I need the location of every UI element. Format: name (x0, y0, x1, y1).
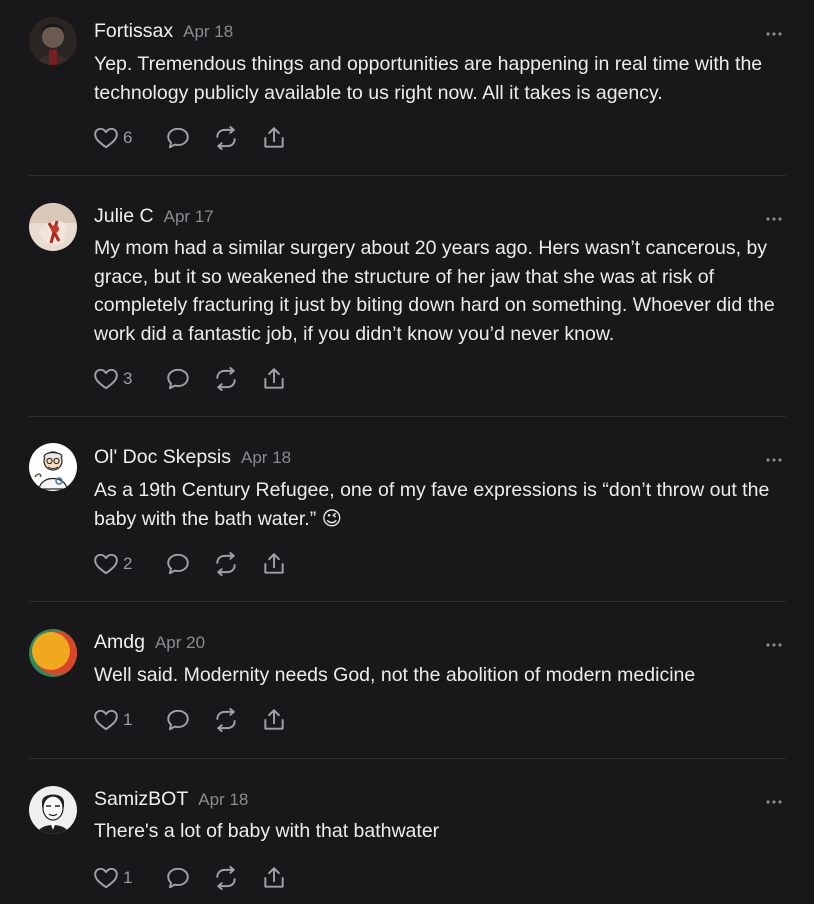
like-button[interactable]: 1 (93, 706, 143, 734)
comment-actions: 1 (93, 706, 309, 734)
like-button[interactable]: 3 (93, 365, 143, 393)
comment-actions: 3 (93, 365, 309, 393)
heart-icon (93, 865, 119, 891)
share-icon (261, 125, 287, 151)
share-button[interactable] (261, 365, 287, 393)
more-options-button[interactable] (764, 26, 784, 36)
speech-bubble-icon (165, 551, 191, 577)
speech-bubble-icon (165, 366, 191, 392)
author-label[interactable]: Amdg (94, 631, 145, 653)
ellipsis-icon (764, 214, 784, 224)
author-name[interactable]: Amdg Apr 20 (94, 631, 205, 654)
restack-button[interactable] (213, 124, 239, 152)
comment-text: Well said. Modernity needs God, not the … (94, 664, 696, 686)
restack-icon (213, 551, 239, 577)
author-name[interactable]: SamizBOT Apr 18 (94, 788, 248, 811)
more-options-button[interactable] (764, 452, 784, 462)
author-label[interactable]: Julie C (94, 205, 154, 227)
restack-icon (213, 865, 239, 891)
like-count: 2 (123, 554, 133, 573)
restack-icon (213, 707, 239, 733)
comment-date[interactable]: Apr 20 (155, 633, 205, 652)
share-icon (261, 551, 287, 577)
reply-button[interactable] (165, 706, 191, 734)
comment-text: There's a lot of baby with that bathwate… (94, 820, 440, 842)
restack-icon (213, 125, 239, 151)
divider (29, 758, 786, 759)
more-options-button[interactable] (764, 794, 784, 804)
comment-date[interactable]: Apr 18 (183, 22, 233, 41)
divider (29, 416, 786, 417)
like-button[interactable]: 6 (93, 124, 143, 152)
share-button[interactable] (261, 864, 287, 892)
divider (29, 601, 786, 602)
comment-actions: 2 (93, 550, 309, 578)
author-name[interactable]: Julie C Apr 17 (94, 205, 214, 228)
author-name[interactable]: Ol' Doc Skepsis Apr 18 (94, 446, 291, 469)
ellipsis-icon (764, 29, 784, 39)
reply-button[interactable] (165, 864, 191, 892)
comment-actions: 6 (93, 124, 309, 152)
reply-button[interactable] (165, 124, 191, 152)
share-button[interactable] (261, 550, 287, 578)
share-icon (261, 366, 287, 392)
like-count: 1 (123, 868, 133, 887)
like-button[interactable]: 2 (93, 550, 143, 578)
like-count: 1 (123, 710, 133, 729)
ellipsis-icon (764, 640, 784, 650)
heart-icon (93, 707, 119, 733)
like-count: 6 (123, 128, 133, 147)
share-button[interactable] (261, 706, 287, 734)
reply-button[interactable] (165, 365, 191, 393)
heart-icon (93, 366, 119, 392)
restack-icon (213, 366, 239, 392)
comment-text: Yep. Tremendous things and opportunities… (94, 53, 763, 104)
heart-icon (93, 551, 119, 577)
restack-button[interactable] (213, 864, 239, 892)
heart-icon (93, 125, 119, 151)
speech-bubble-icon (165, 865, 191, 891)
ellipsis-icon (764, 455, 784, 465)
author-label[interactable]: Fortissax (94, 20, 173, 42)
avatar[interactable] (29, 786, 77, 834)
restack-button[interactable] (213, 706, 239, 734)
author-label[interactable]: Ol' Doc Skepsis (94, 446, 231, 468)
ellipsis-icon (764, 797, 784, 807)
share-icon (261, 865, 287, 891)
share-button[interactable] (261, 124, 287, 152)
avatar[interactable] (29, 17, 77, 65)
speech-bubble-icon (165, 707, 191, 733)
comment-date[interactable]: Apr 17 (164, 207, 214, 226)
restack-button[interactable] (213, 550, 239, 578)
like-button[interactable]: 1 (93, 864, 143, 892)
more-options-button[interactable] (764, 637, 784, 647)
more-options-button[interactable] (764, 211, 784, 221)
avatar[interactable] (29, 443, 77, 491)
avatar[interactable] (29, 203, 77, 251)
like-count: 3 (123, 369, 133, 388)
comment-date[interactable]: Apr 18 (241, 448, 291, 467)
author-name[interactable]: Fortissax Apr 18 (94, 20, 233, 43)
restack-button[interactable] (213, 365, 239, 393)
comment-text: As a 19th Century Refugee, one of my fav… (94, 479, 770, 530)
author-label[interactable]: SamizBOT (94, 788, 188, 810)
comment-date[interactable]: Apr 18 (198, 790, 248, 809)
avatar[interactable] (29, 629, 77, 677)
share-icon (261, 707, 287, 733)
reply-button[interactable] (165, 550, 191, 578)
comment-actions: 1 (93, 864, 309, 892)
speech-bubble-icon (165, 125, 191, 151)
divider (29, 175, 786, 176)
comment-text: My mom had a similar surgery about 20 ye… (94, 237, 775, 345)
